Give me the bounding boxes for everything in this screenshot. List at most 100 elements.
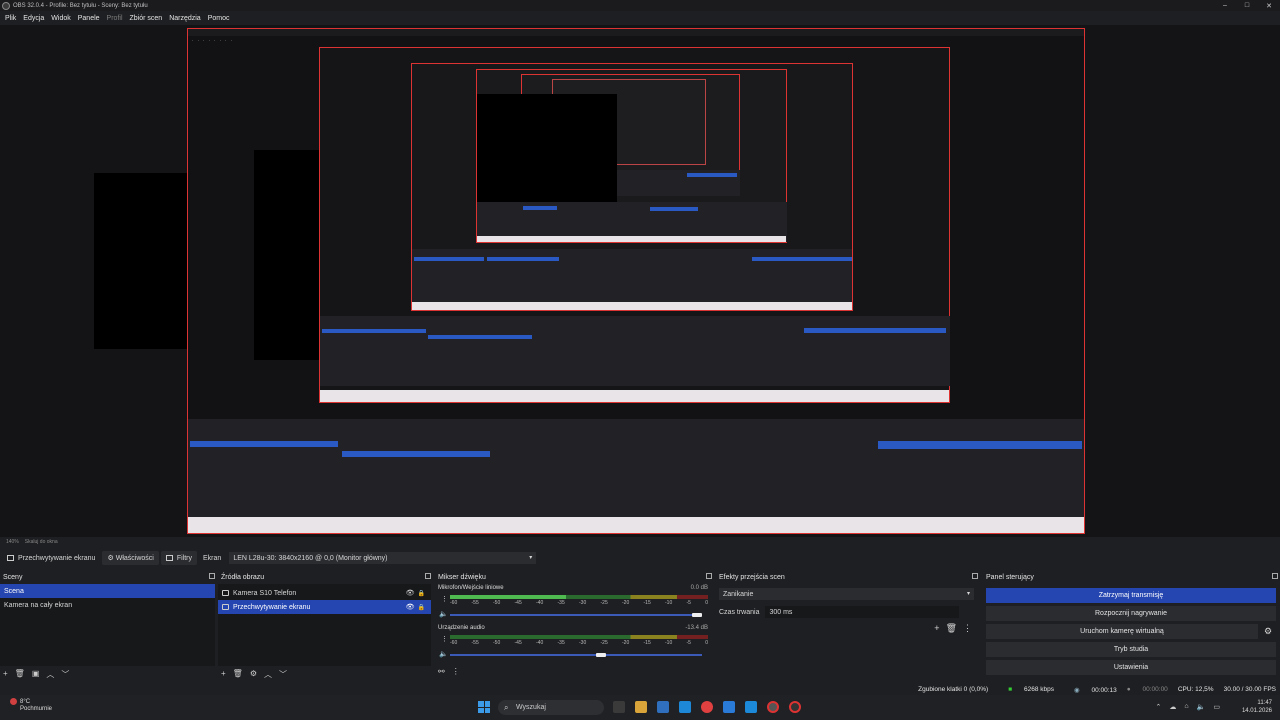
properties-button[interactable]: ⚙ Właściwości: [102, 551, 159, 565]
menu-tools[interactable]: Narzędzia: [169, 15, 201, 22]
meter-ticks: -60 -55 -50 -45 -40 -35 -30 -25 -20 -15 -10 -5 0: [450, 640, 708, 646]
battery-icon[interactable]: ▭: [1213, 703, 1220, 711]
source-item[interactable]: Kamera S10 Telefon 👁 🔒: [218, 586, 431, 600]
close-button[interactable]: ✕: [1258, 0, 1280, 11]
camera-icon: [222, 590, 229, 596]
nested-docks: [320, 316, 950, 386]
mixer-track: Urządzenie audio -13.4 dB ⋮ -60 -55 -50 -45…: [438, 625, 708, 665]
menu-docks[interactable]: Panele: [78, 15, 100, 22]
captured-primary-button: [878, 441, 1082, 449]
lock-icon[interactable]: 🔒: [418, 604, 425, 611]
source-properties-button[interactable]: ⚙: [250, 669, 257, 680]
task-view-icon[interactable]: [613, 701, 625, 713]
nested-taskbar: [320, 390, 949, 402]
store-icon[interactable]: [679, 701, 691, 713]
meter-tick-label: -35: [557, 600, 565, 606]
menu-edit[interactable]: Edycja: [23, 15, 44, 22]
duration-input[interactable]: 300 ms: [765, 606, 960, 618]
chevron-down-icon: ▾: [966, 591, 970, 597]
scene-filters-button[interactable]: ▣: [32, 669, 40, 680]
menu-view[interactable]: Widok: [51, 15, 70, 22]
controls-dock: Panel sterujący Zatrzymaj transmisję Roz…: [983, 571, 1280, 684]
taskbar-search[interactable]: ⌕ Wyszukaj: [498, 700, 604, 715]
meter-tick-label: -15: [643, 600, 651, 606]
filters-button[interactable]: Filtry: [160, 551, 198, 565]
scene-item[interactable]: Scena: [0, 584, 215, 598]
stop-streaming-button[interactable]: Zatrzymaj transmisję: [986, 588, 1276, 603]
chevron-up-icon[interactable]: ⌃: [1156, 703, 1162, 711]
weather-widget[interactable]: 8°C Pochmurnie: [10, 698, 52, 713]
zoom-level[interactable]: 140%: [6, 539, 19, 545]
remove-scene-button[interactable]: 🗑: [15, 669, 25, 680]
app-icon[interactable]: [657, 701, 669, 713]
obs-icon[interactable]: [767, 701, 779, 713]
meter-tick-label: -10: [665, 640, 673, 646]
meter-tick-label: -5: [686, 640, 691, 646]
scene-item[interactable]: Kamera na cały ekran: [0, 598, 215, 612]
screen-capture-preview[interactable]: · · · · · · · ·: [187, 28, 1085, 534]
clock[interactable]: 11:47 14.01.2026: [1242, 699, 1272, 715]
transition-menu-icon[interactable]: ⋮: [963, 623, 972, 634]
mail-icon[interactable]: [745, 701, 757, 713]
float-dock-icon[interactable]: [209, 573, 215, 579]
nested-capture-3: [476, 69, 787, 243]
volume-handle[interactable]: [692, 613, 702, 617]
display-select[interactable]: LEN L28u-30: 3840x2160 @ 0,0 (Monitor gł…: [229, 552, 537, 564]
float-dock-icon[interactable]: [706, 573, 712, 579]
search-icon: ⌕: [504, 703, 509, 712]
volume-slider[interactable]: [450, 613, 702, 617]
track-menu-icon[interactable]: ⋮: [441, 635, 448, 643]
track-menu-icon[interactable]: ⋮: [441, 595, 448, 603]
minimize-button[interactable]: –: [1214, 0, 1236, 11]
float-dock-icon[interactable]: [425, 573, 431, 579]
settings-button[interactable]: Ustawienia: [986, 660, 1276, 675]
lock-icon[interactable]: 🔒: [418, 590, 425, 597]
meter-tick-label: -15: [643, 640, 651, 646]
studio-mode-button[interactable]: Tryb studia: [986, 642, 1276, 657]
network-icon[interactable]: ⌂: [1184, 703, 1188, 711]
visibility-eye-icon[interactable]: 👁: [406, 603, 415, 611]
app-icon[interactable]: [723, 701, 735, 713]
obs-icon[interactable]: [789, 701, 801, 713]
source-item[interactable]: Przechwytywanie ekranu 👁 🔒: [218, 600, 431, 614]
transition-select[interactable]: Zanikanie ▾: [719, 588, 974, 600]
gear-icon[interactable]: ⚙: [1264, 626, 1272, 637]
capture-artifact: [477, 94, 617, 204]
window-controls: – □ ✕: [1214, 0, 1280, 11]
add-source-button[interactable]: +: [221, 669, 226, 680]
visibility-eye-icon[interactable]: 👁: [406, 589, 415, 597]
move-down-button[interactable]: ﹀: [61, 669, 69, 680]
float-dock-icon[interactable]: [1272, 573, 1278, 579]
float-dock-icon[interactable]: [972, 573, 978, 579]
volume-handle[interactable]: [596, 653, 607, 657]
monitor-icon: [7, 555, 14, 561]
windows-start-icon[interactable]: [478, 701, 490, 713]
link-icon[interactable]: ⚯: [438, 667, 445, 676]
meter-ticks: -60 -55 -50 -45 -40 -35 -30 -25 -20 -15 -10 -5 0: [450, 600, 708, 606]
menu-help[interactable]: Pomoc: [208, 15, 230, 22]
start-recording-button[interactable]: Rozpocznij nagrywanie: [986, 606, 1276, 621]
volume-slider[interactable]: [450, 653, 702, 657]
onedrive-icon[interactable]: ☁: [1169, 703, 1176, 711]
add-scene-button[interactable]: +: [3, 669, 8, 680]
move-up-button[interactable]: ︿: [264, 669, 272, 680]
start-virtual-camera-button[interactable]: Uruchom kamerę wirtualną: [986, 624, 1258, 639]
menu-file[interactable]: Plik: [5, 15, 16, 22]
menu-scene-collection[interactable]: Zbiór scen: [130, 15, 163, 22]
scale-mode[interactable]: Skaluj do okna: [25, 539, 58, 545]
chrome-icon[interactable]: [701, 701, 713, 713]
file-explorer-icon[interactable]: [635, 701, 647, 713]
speaker-icon[interactable]: 🔈: [439, 610, 448, 618]
volume-icon[interactable]: 🔈: [1197, 703, 1206, 711]
add-transition-button[interactable]: +: [934, 623, 939, 634]
move-down-button[interactable]: ﹀: [279, 669, 287, 680]
scenes-dock: Sceny Scena Kamera na cały ekran + 🗑 ▣ ︿…: [0, 571, 217, 684]
move-up-button[interactable]: ︿: [46, 669, 54, 680]
remove-source-button[interactable]: 🗑: [233, 669, 243, 680]
mixer-menu-icon[interactable]: ⋮: [452, 667, 460, 676]
maximize-button[interactable]: □: [1236, 0, 1258, 11]
remove-transition-button[interactable]: 🗑: [946, 623, 957, 634]
speaker-icon[interactable]: 🔈: [439, 650, 448, 658]
menu-profile[interactable]: Profil: [107, 15, 123, 22]
meter-tick-label: -45: [514, 600, 522, 606]
